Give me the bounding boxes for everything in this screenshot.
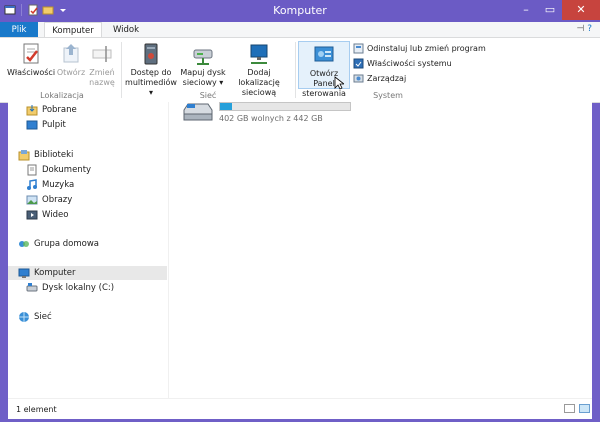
- local-disk-icon: [26, 283, 38, 292]
- manage-button[interactable]: Zarządzaj: [353, 73, 406, 84]
- nav-label: Pobrane: [42, 105, 77, 115]
- properties-button[interactable]: Właściwości: [6, 42, 56, 78]
- close-button[interactable]: ✕: [562, 0, 600, 20]
- nav-label: Grupa domowa: [34, 239, 100, 249]
- map-label-1: Mapuj dysk: [180, 68, 226, 77]
- music-icon: [27, 179, 37, 190]
- rename-label-2: nazwę: [89, 78, 115, 87]
- details-view-icon[interactable]: [564, 404, 575, 413]
- window-title: Komputer: [273, 4, 327, 17]
- homegroup-icon: [19, 241, 29, 247]
- properties-icon: [23, 43, 39, 64]
- open-icon: [63, 44, 79, 63]
- open-label: Otwórz: [56, 68, 86, 77]
- hard-drive-icon[interactable]: [182, 102, 214, 124]
- uninstall-program-button[interactable]: Odinstaluj lub zmień program: [353, 43, 486, 54]
- properties-label: Właściwości: [6, 68, 56, 77]
- nav-item-documents[interactable]: Dokumenty: [26, 163, 91, 177]
- pane-divider: [168, 102, 169, 398]
- nav-item-videos[interactable]: Wideo: [26, 208, 68, 222]
- view-switcher: [564, 404, 590, 413]
- nav-item-downloads[interactable]: Pobrane: [26, 103, 77, 117]
- minimize-button[interactable]: –: [514, 0, 538, 20]
- nav-label: Muzyka: [42, 180, 75, 190]
- rename-label-1: Zmień: [89, 68, 115, 77]
- nav-label: Sieć: [34, 312, 52, 322]
- nav-item-network[interactable]: Sieć: [18, 310, 52, 324]
- minimize-ribbon-icon[interactable]: ⊣: [577, 24, 585, 34]
- ribbon-controls: ⊣ ?: [577, 24, 593, 34]
- nav-label: Wideo: [42, 210, 69, 220]
- add-network-location-button[interactable]: Dodaj lokalizację sieciową: [226, 42, 292, 98]
- addloc-label-1: Dodaj lokalizację: [238, 68, 280, 87]
- tab-file[interactable]: Plik: [0, 22, 38, 38]
- nav-item-desktop[interactable]: Pulpit: [26, 118, 66, 132]
- control-panel-icon: [314, 46, 334, 62]
- drive-usage-fill: [220, 103, 232, 110]
- drive-usage-bar: [219, 102, 351, 111]
- map-label-2: sieciowy ▾: [182, 78, 224, 87]
- network-location-icon: [250, 44, 268, 64]
- nav-item-local-disk[interactable]: Dysk lokalny (C:): [26, 281, 114, 295]
- explorer-window: Komputer – ▭ ✕ Plik Komputer Widok ⊣ ? W…: [0, 0, 600, 422]
- navigation-pane: Pobrane Pulpit Biblioteki Dokumenty Muzy…: [8, 102, 168, 398]
- uninstall-icon: [353, 43, 364, 54]
- nav-label: Komputer: [34, 268, 76, 278]
- window-controls: – ▭ ✕: [514, 0, 600, 20]
- desktop-icon: [26, 120, 38, 130]
- system-properties-icon: [353, 58, 364, 69]
- media-server-icon: [144, 43, 158, 65]
- nav-item-libraries[interactable]: Biblioteki: [18, 148, 73, 162]
- nav-item-music[interactable]: Muzyka: [26, 178, 74, 192]
- nav-item-computer[interactable]: Komputer: [8, 266, 167, 280]
- nav-label: Pulpit: [42, 120, 66, 130]
- computer-icon: [18, 268, 30, 278]
- media-label-1: Dostęp do: [130, 68, 172, 77]
- documents-icon: [27, 164, 37, 176]
- network-drive-icon: [193, 49, 213, 65]
- media-access-button[interactable]: Dostęp do multimediów ▾: [124, 42, 178, 98]
- rename-button[interactable]: Zmień nazwę: [86, 42, 118, 88]
- maximize-button[interactable]: ▭: [538, 0, 562, 20]
- help-icon[interactable]: ?: [587, 24, 592, 34]
- mouse-cursor-icon: [334, 76, 344, 90]
- item-count: 1 element: [16, 405, 57, 414]
- sysprops-label: Właściwości systemu: [367, 59, 452, 68]
- nav-label: Biblioteki: [34, 150, 74, 160]
- group-system-label: System: [373, 91, 403, 100]
- videos-icon: [26, 210, 38, 220]
- nav-item-pictures[interactable]: Obrazy: [26, 193, 72, 207]
- status-bar: 1 element: [8, 398, 592, 419]
- nav-label: Dokumenty: [42, 165, 92, 175]
- map-network-drive-button[interactable]: Mapuj dysk sieciowy ▾: [180, 42, 226, 88]
- group-location-label: Lokalizacja: [40, 91, 84, 100]
- ribbon: Właściwości Otwórz Zmień nazwę Lokalizac…: [0, 37, 600, 103]
- nav-label: Obrazy: [42, 195, 73, 205]
- libraries-icon: [18, 150, 30, 161]
- open-button[interactable]: Otwórz: [56, 42, 86, 78]
- uninstall-label: Odinstaluj lub zmień program: [367, 44, 486, 53]
- nav-item-homegroup[interactable]: Grupa domowa: [18, 237, 99, 251]
- large-icons-view-icon[interactable]: [579, 404, 590, 413]
- nav-label: Dysk lokalny (C:): [42, 283, 115, 293]
- pictures-icon: [26, 195, 38, 205]
- ribbon-tabs: Plik Komputer Widok ⊣ ?: [0, 22, 600, 38]
- network-icon: [19, 312, 29, 322]
- system-properties-button[interactable]: Właściwości systemu: [353, 58, 452, 69]
- tab-view[interactable]: Widok: [106, 22, 146, 38]
- rename-icon: [92, 46, 112, 62]
- downloads-icon: [26, 105, 38, 116]
- group-network-label: Sieć: [199, 91, 217, 100]
- tab-computer[interactable]: Komputer: [44, 22, 102, 38]
- title-bar: Komputer – ▭ ✕: [0, 0, 600, 22]
- manage-icon: [353, 74, 364, 83]
- group-separator: [121, 42, 122, 98]
- group-separator: [295, 42, 296, 98]
- manage-label: Zarządzaj: [367, 74, 407, 83]
- drive-free-space: 402 GB wolnych z 442 GB: [219, 114, 323, 123]
